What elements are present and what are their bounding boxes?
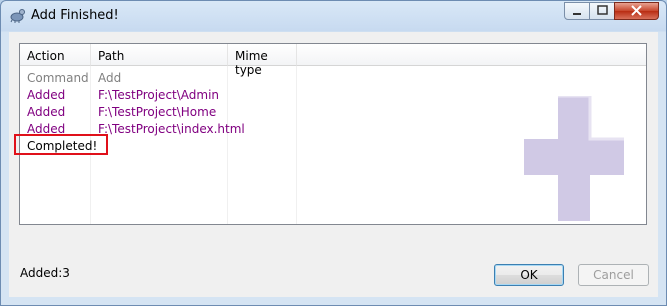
cancel-button[interactable]: Cancel [578, 264, 649, 286]
table-row[interactable]: Added F:\TestProject\Admin [20, 88, 320, 105]
maximize-button[interactable] [589, 2, 615, 20]
title-bar[interactable]: Add Finished! [1, 1, 666, 31]
minimize-button[interactable] [564, 2, 590, 20]
add-plus-icon [524, 96, 624, 221]
table-row[interactable]: Added F:\TestProject\Home [20, 105, 320, 122]
row-path: F:\TestProject\Admin [98, 88, 220, 102]
close-button[interactable] [614, 2, 659, 20]
row-action: Added [27, 88, 66, 102]
column-header-path[interactable]: Path [91, 44, 228, 66]
highlight-box [14, 134, 108, 155]
column-header-filler [297, 44, 646, 66]
results-list[interactable]: Action Path Mime type Command Add Added … [19, 43, 647, 225]
column-header-mime[interactable]: Mime type [228, 44, 297, 77]
status-text: Added:3 [20, 266, 70, 280]
row-path: F:\TestProject\Home [98, 105, 217, 119]
minimize-icon [573, 13, 581, 15]
table-row[interactable]: Command Add [20, 71, 320, 88]
maximize-icon [597, 5, 608, 15]
column-header-action[interactable]: Action [20, 44, 91, 66]
ok-button[interactable]: OK [494, 264, 564, 286]
tortoise-icon [10, 9, 25, 23]
close-icon [631, 5, 642, 16]
row-action: Command [27, 71, 89, 85]
window-title: Add Finished! [31, 8, 119, 23]
row-path: Add [98, 71, 122, 85]
row-path: F:\TestProject\index.html [98, 122, 245, 136]
row-action: Added [27, 105, 66, 119]
dialog-body: Action Path Mime type Command Add Added … [9, 32, 658, 297]
